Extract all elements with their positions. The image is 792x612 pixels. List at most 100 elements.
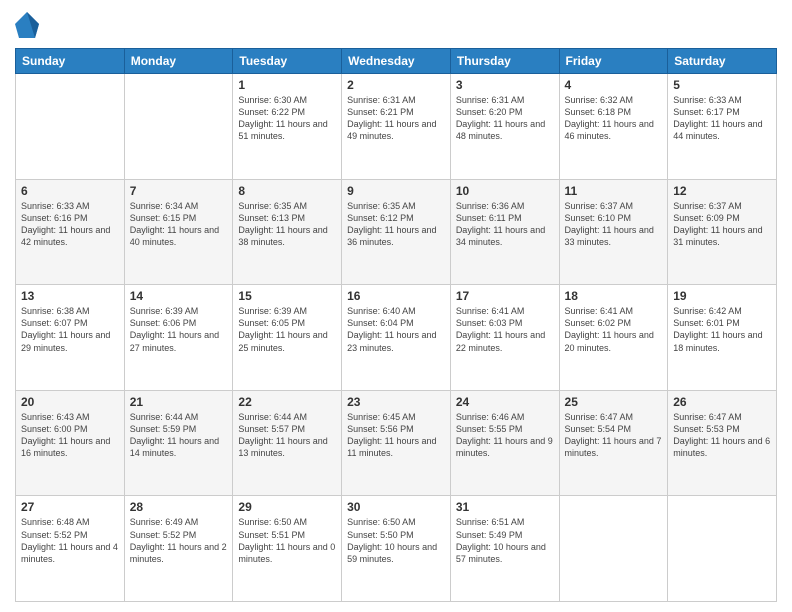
calendar-day-9: 9 Sunrise: 6:35 AM Sunset: 6:12 PM Daylig… — [342, 179, 451, 285]
calendar-day-27: 27Sunrise: 6:48 AM Sunset: 5:52 PM Dayli… — [16, 496, 125, 602]
calendar-page: SundayMondayTuesdayWednesdayThursdayFrid… — [0, 0, 792, 612]
calendar-day-23: 23Sunrise: 6:45 AM Sunset: 5:56 PM Dayli… — [342, 390, 451, 496]
calendar-day-18: 18 Sunrise: 6:41 AM Sunset: 6:02 PM Dayli… — [559, 285, 668, 391]
weekday-header-saturday: Saturday — [668, 49, 777, 74]
day-number: 3 — [456, 78, 554, 92]
day-info: Sunrise: 6:47 AM Sunset: 5:54 PM Dayligh… — [565, 411, 663, 460]
day-number: 19 — [673, 289, 771, 303]
weekday-header-wednesday: Wednesday — [342, 49, 451, 74]
calendar-day-21: 21 Sunrise: 6:44 AM Sunset: 5:59 PM Dayli… — [124, 390, 233, 496]
day-number: 9 — [347, 184, 445, 198]
day-number: 1 — [238, 78, 336, 92]
day-info: Sunrise: 6:47 AM Sunset: 5:53 PM Dayligh… — [673, 411, 771, 460]
day-info: Sunrise: 6:31 AM Sunset: 6:20 PM Dayligh… — [456, 94, 554, 143]
calendar-day-14: 14 Sunrise: 6:39 AM Sunset: 6:06 PM Dayli… — [124, 285, 233, 391]
day-info: Sunrise: 6:35 AM Sunset: 6:13 PM Dayligh… — [238, 200, 336, 249]
calendar-day-16: 16 Sunrise: 6:40 AM Sunset: 6:04 PM Dayli… — [342, 285, 451, 391]
day-info: Sunrise: 6:41 AM Sunset: 6:02 PM Dayligh… — [565, 305, 663, 354]
calendar-day-26: 26 Sunrise: 6:47 AM Sunset: 5:53 PM Dayli… — [668, 390, 777, 496]
empty-cell — [559, 496, 668, 602]
day-info: Sunrise: 6:39 AM Sunset: 6:05 PM Dayligh… — [238, 305, 336, 354]
calendar-day-25: 25 Sunrise: 6:47 AM Sunset: 5:54 PM Dayli… — [559, 390, 668, 496]
day-info: Sunrise: 6:33 AM Sunset: 6:16 PM Dayligh… — [21, 200, 119, 249]
calendar-day-28: 28 Sunrise: 6:49 AM Sunset: 5:52 PM Dayli… — [124, 496, 233, 602]
header — [15, 10, 777, 40]
empty-cell — [16, 74, 125, 180]
day-number: 24 — [456, 395, 554, 409]
day-info: Sunrise: 6:49 AM Sunset: 5:52 PM Dayligh… — [130, 516, 228, 565]
day-info: Sunrise: 6:37 AM Sunset: 6:09 PM Dayligh… — [673, 200, 771, 249]
calendar-week-1: 1Sunrise: 6:30 AM Sunset: 6:22 PM Daylig… — [16, 74, 777, 180]
calendar-day-19: 19 Sunrise: 6:42 AM Sunset: 6:01 PM Dayli… — [668, 285, 777, 391]
day-number: 20 — [21, 395, 119, 409]
calendar-week-3: 13 Sunrise: 6:38 AM Sunset: 6:07 PM Dayli… — [16, 285, 777, 391]
calendar-day-22: 22 Sunrise: 6:44 AM Sunset: 5:57 PM Dayli… — [233, 390, 342, 496]
day-number: 2 — [347, 78, 445, 92]
weekday-header-row: SundayMondayTuesdayWednesdayThursdayFrid… — [16, 49, 777, 74]
day-number: 23 — [347, 395, 445, 409]
day-number: 25 — [565, 395, 663, 409]
day-number: 14 — [130, 289, 228, 303]
day-number: 11 — [565, 184, 663, 198]
day-info: Sunrise: 6:31 AM Sunset: 6:21 PM Dayligh… — [347, 94, 445, 143]
day-info: Sunrise: 6:32 AM Sunset: 6:18 PM Dayligh… — [565, 94, 663, 143]
day-info: Sunrise: 6:51 AM Sunset: 5:49 PM Dayligh… — [456, 516, 554, 565]
calendar-week-4: 20Sunrise: 6:43 AM Sunset: 6:00 PM Dayli… — [16, 390, 777, 496]
day-number: 10 — [456, 184, 554, 198]
weekday-header-sunday: Sunday — [16, 49, 125, 74]
day-info: Sunrise: 6:44 AM Sunset: 5:59 PM Dayligh… — [130, 411, 228, 460]
day-info: Sunrise: 6:34 AM Sunset: 6:15 PM Dayligh… — [130, 200, 228, 249]
weekday-header-thursday: Thursday — [450, 49, 559, 74]
weekday-header-tuesday: Tuesday — [233, 49, 342, 74]
calendar-day-4: 4 Sunrise: 6:32 AM Sunset: 6:18 PM Daylig… — [559, 74, 668, 180]
empty-cell — [668, 496, 777, 602]
day-number: 26 — [673, 395, 771, 409]
day-number: 13 — [21, 289, 119, 303]
calendar-week-2: 6Sunrise: 6:33 AM Sunset: 6:16 PM Daylig… — [16, 179, 777, 285]
logo — [15, 10, 43, 40]
day-number: 30 — [347, 500, 445, 514]
day-number: 16 — [347, 289, 445, 303]
day-number: 4 — [565, 78, 663, 92]
day-info: Sunrise: 6:46 AM Sunset: 5:55 PM Dayligh… — [456, 411, 554, 460]
day-info: Sunrise: 6:40 AM Sunset: 6:04 PM Dayligh… — [347, 305, 445, 354]
calendar-day-29: 29 Sunrise: 6:50 AM Sunset: 5:51 PM Dayli… — [233, 496, 342, 602]
calendar-day-3: 3 Sunrise: 6:31 AM Sunset: 6:20 PM Daylig… — [450, 74, 559, 180]
day-number: 18 — [565, 289, 663, 303]
day-number: 17 — [456, 289, 554, 303]
day-number: 28 — [130, 500, 228, 514]
day-number: 8 — [238, 184, 336, 198]
calendar-day-2: 2 Sunrise: 6:31 AM Sunset: 6:21 PM Daylig… — [342, 74, 451, 180]
day-info: Sunrise: 6:38 AM Sunset: 6:07 PM Dayligh… — [21, 305, 119, 354]
calendar-day-17: 17 Sunrise: 6:41 AM Sunset: 6:03 PM Dayli… — [450, 285, 559, 391]
calendar-day-5: 5Sunrise: 6:33 AM Sunset: 6:17 PM Daylig… — [668, 74, 777, 180]
day-number: 7 — [130, 184, 228, 198]
calendar-day-20: 20Sunrise: 6:43 AM Sunset: 6:00 PM Dayli… — [16, 390, 125, 496]
calendar-day-30: 30Sunrise: 6:50 AM Sunset: 5:50 PM Dayli… — [342, 496, 451, 602]
weekday-header-friday: Friday — [559, 49, 668, 74]
calendar-day-1: 1Sunrise: 6:30 AM Sunset: 6:22 PM Daylig… — [233, 74, 342, 180]
day-info: Sunrise: 6:35 AM Sunset: 6:12 PM Dayligh… — [347, 200, 445, 249]
day-info: Sunrise: 6:50 AM Sunset: 5:51 PM Dayligh… — [238, 516, 336, 565]
calendar-table: SundayMondayTuesdayWednesdayThursdayFrid… — [15, 48, 777, 602]
calendar-day-12: 12Sunrise: 6:37 AM Sunset: 6:09 PM Dayli… — [668, 179, 777, 285]
day-number: 31 — [456, 500, 554, 514]
calendar-day-11: 11Sunrise: 6:37 AM Sunset: 6:10 PM Dayli… — [559, 179, 668, 285]
day-info: Sunrise: 6:44 AM Sunset: 5:57 PM Dayligh… — [238, 411, 336, 460]
day-number: 27 — [21, 500, 119, 514]
calendar-day-13: 13 Sunrise: 6:38 AM Sunset: 6:07 PM Dayli… — [16, 285, 125, 391]
day-number: 22 — [238, 395, 336, 409]
empty-cell — [124, 74, 233, 180]
day-info: Sunrise: 6:36 AM Sunset: 6:11 PM Dayligh… — [456, 200, 554, 249]
day-info: Sunrise: 6:39 AM Sunset: 6:06 PM Dayligh… — [130, 305, 228, 354]
calendar-day-15: 15Sunrise: 6:39 AM Sunset: 6:05 PM Dayli… — [233, 285, 342, 391]
day-info: Sunrise: 6:33 AM Sunset: 6:17 PM Dayligh… — [673, 94, 771, 143]
calendar-week-5: 27Sunrise: 6:48 AM Sunset: 5:52 PM Dayli… — [16, 496, 777, 602]
calendar-day-8: 8 Sunrise: 6:35 AM Sunset: 6:13 PM Daylig… — [233, 179, 342, 285]
day-info: Sunrise: 6:41 AM Sunset: 6:03 PM Dayligh… — [456, 305, 554, 354]
day-info: Sunrise: 6:42 AM Sunset: 6:01 PM Dayligh… — [673, 305, 771, 354]
day-number: 29 — [238, 500, 336, 514]
calendar-day-7: 7 Sunrise: 6:34 AM Sunset: 6:15 PM Daylig… — [124, 179, 233, 285]
day-number: 21 — [130, 395, 228, 409]
calendar-day-24: 24 Sunrise: 6:46 AM Sunset: 5:55 PM Dayli… — [450, 390, 559, 496]
